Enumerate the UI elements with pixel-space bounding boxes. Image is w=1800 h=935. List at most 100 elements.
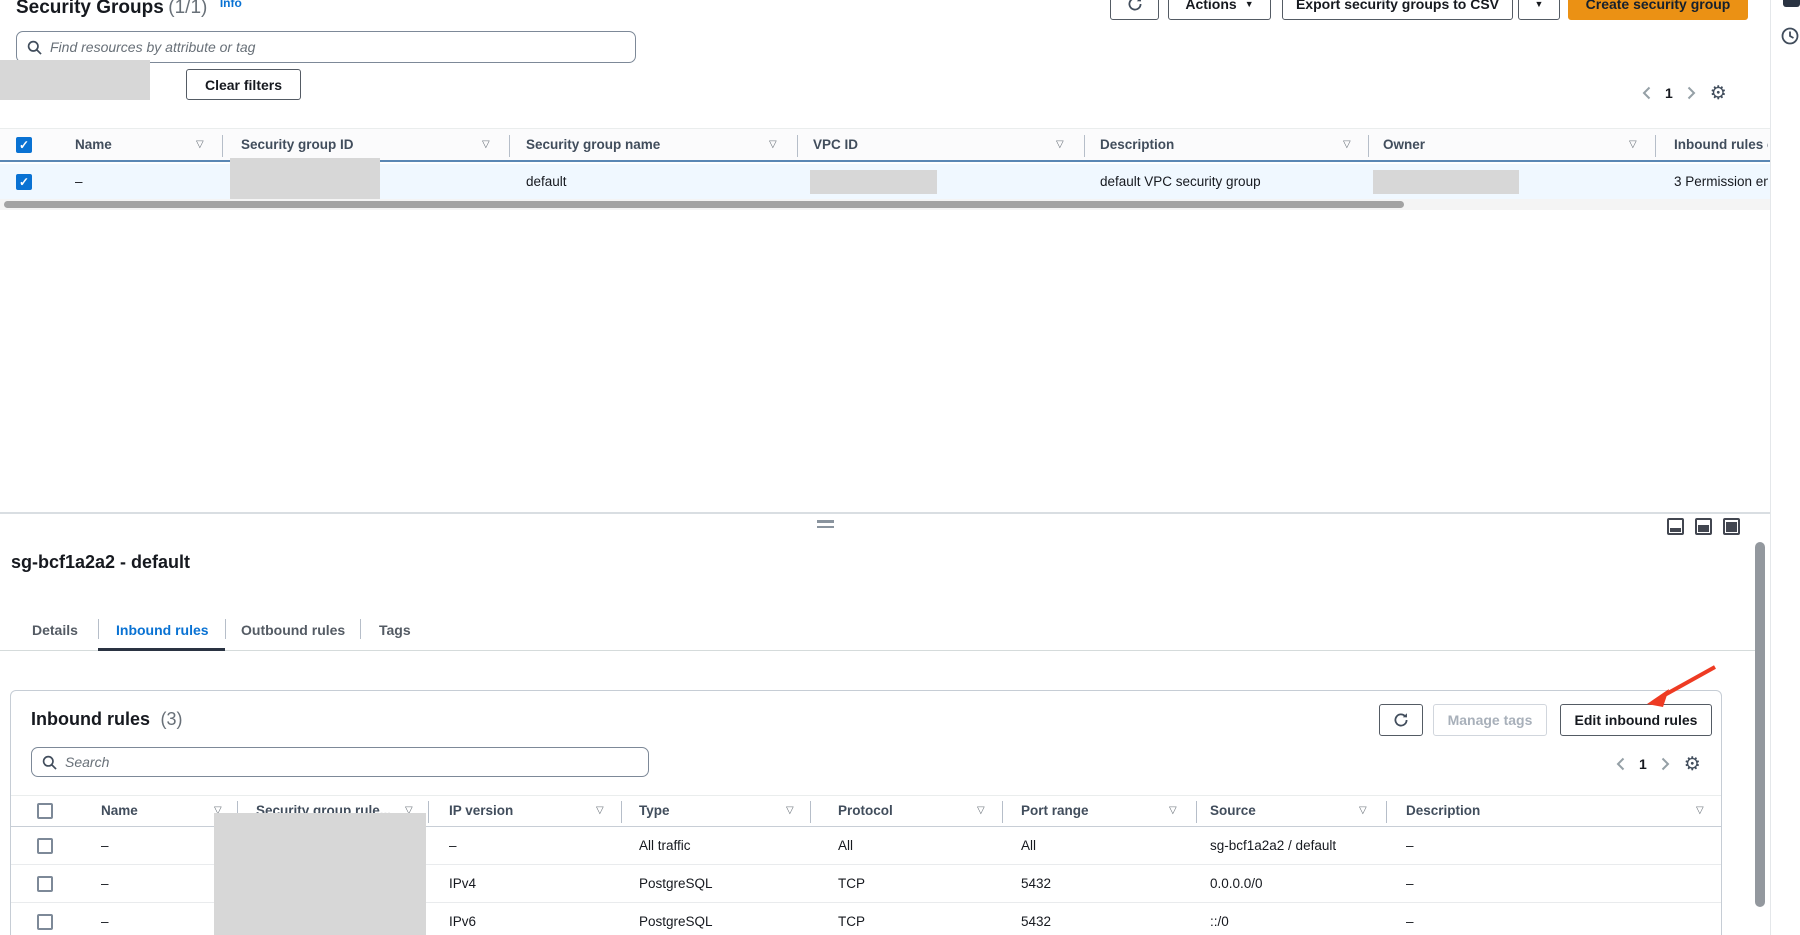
clear-filters-button[interactable]: Clear filters: [186, 69, 301, 100]
rules-search[interactable]: [31, 747, 649, 777]
create-security-group-button[interactable]: Create security group: [1568, 0, 1748, 20]
column-divider[interactable]: [1368, 135, 1369, 157]
active-tab-underline: [98, 648, 225, 651]
column-divider[interactable]: [509, 135, 510, 157]
column-divider[interactable]: [797, 135, 798, 157]
column-divider[interactable]: [810, 801, 811, 823]
sort-icon[interactable]: ▽: [769, 139, 777, 150]
manage-tags-label: Manage tags: [1448, 712, 1533, 728]
page-number[interactable]: 1: [1665, 85, 1673, 101]
inbound-refresh-button[interactable]: [1379, 704, 1423, 736]
sort-icon[interactable]: ▽: [1359, 805, 1367, 816]
next-page-icon[interactable]: [1687, 86, 1696, 100]
history-clock-icon[interactable]: [1780, 26, 1800, 46]
vertical-scrollbar-thumb[interactable]: [1755, 542, 1765, 907]
cell-name: –: [101, 838, 109, 853]
refresh-icon: [1127, 0, 1143, 12]
tab-details[interactable]: Details: [32, 622, 78, 638]
tab-inbound-rules[interactable]: Inbound rules: [116, 622, 209, 638]
manage-tags-button[interactable]: Manage tags: [1433, 704, 1547, 736]
page-title: Security Groups (1/1) Info: [16, 0, 242, 19]
column-header-description: Description: [1406, 803, 1480, 818]
panel-size-large-icon[interactable]: [1723, 518, 1740, 535]
previous-page-icon[interactable]: [1616, 757, 1625, 771]
create-security-group-label: Create security group: [1586, 0, 1731, 12]
cell-source: 0.0.0.0/0: [1210, 876, 1263, 891]
sort-icon[interactable]: ▽: [596, 805, 604, 816]
sort-icon[interactable]: ▽: [1056, 139, 1064, 150]
actions-button[interactable]: Actions ▼: [1168, 0, 1271, 20]
tab-outbound-rules[interactable]: Outbound rules: [241, 622, 345, 638]
previous-page-icon[interactable]: [1642, 86, 1651, 100]
column-header-name: Name: [101, 803, 138, 818]
column-divider[interactable]: [621, 801, 622, 823]
info-link[interactable]: Info: [220, 0, 242, 10]
column-divider[interactable]: [428, 801, 429, 823]
sort-icon[interactable]: ▽: [1696, 805, 1704, 816]
column-divider[interactable]: [1655, 135, 1656, 157]
cell-port-range: 5432: [1021, 914, 1051, 929]
export-csv-button[interactable]: Export security groups to CSV: [1282, 0, 1513, 20]
column-divider[interactable]: [1084, 135, 1085, 157]
sort-icon[interactable]: ▽: [482, 139, 490, 150]
row-checkbox[interactable]: [37, 914, 53, 930]
select-all-checkbox[interactable]: ✓: [16, 137, 32, 153]
cell-source: ::/0: [1210, 914, 1229, 929]
redacted-owner: [1373, 170, 1519, 194]
inbound-rules-title: Inbound rules (3): [31, 709, 182, 730]
column-header-protocol: Protocol: [838, 803, 893, 818]
chevron-down-icon: ▼: [1245, 0, 1254, 9]
preferences-gear-icon[interactable]: ⚙: [1684, 755, 1701, 774]
row-checkbox[interactable]: [37, 838, 53, 854]
page-number[interactable]: 1: [1639, 756, 1647, 772]
sort-icon[interactable]: ▽: [1343, 139, 1351, 150]
column-divider[interactable]: [1386, 801, 1387, 823]
column-header-type: Type: [639, 803, 670, 818]
cell-port-range: All: [1021, 838, 1036, 853]
security-groups-console: Security Groups (1/1) Info Actions ▼ Exp…: [0, 0, 1800, 935]
select-all-checkbox[interactable]: [37, 803, 53, 819]
cell-description: default VPC security group: [1100, 174, 1261, 189]
tab-tags[interactable]: Tags: [379, 622, 411, 638]
sort-icon[interactable]: ▽: [196, 139, 204, 150]
resource-search[interactable]: [16, 31, 636, 63]
annotation-arrow: [1619, 659, 1729, 709]
export-options-button[interactable]: ▼: [1518, 0, 1560, 20]
cell-protocol: TCP: [838, 914, 865, 929]
actions-label: Actions: [1185, 0, 1236, 12]
cell-source: sg-bcf1a2a2 / default: [1210, 838, 1336, 853]
split-panel-drag-handle[interactable]: [817, 520, 834, 530]
row-checkbox[interactable]: [37, 876, 53, 892]
column-header-port-range: Port range: [1021, 803, 1089, 818]
split-panel-title: sg-bcf1a2a2 - default: [11, 552, 190, 573]
column-header-vpc-id: VPC ID: [813, 137, 858, 152]
refresh-button[interactable]: [1110, 0, 1159, 20]
row-checkbox[interactable]: ✓: [16, 174, 32, 190]
column-divider[interactable]: [1196, 801, 1197, 823]
sort-icon[interactable]: ▽: [786, 805, 794, 816]
sort-icon[interactable]: ▽: [1629, 139, 1637, 150]
horizontal-scrollbar-thumb[interactable]: [4, 201, 1404, 208]
panel-size-small-icon[interactable]: [1667, 518, 1684, 535]
cell-description: –: [1406, 838, 1414, 853]
column-header-inbound-rules: Inbound rules c: [1674, 137, 1768, 152]
preferences-gear-icon[interactable]: ⚙: [1710, 84, 1727, 103]
inbound-pagination: 1 ⚙: [1616, 753, 1701, 775]
sort-icon[interactable]: ▽: [977, 805, 985, 816]
rules-search-input[interactable]: [65, 754, 638, 770]
resource-search-input[interactable]: [50, 39, 625, 55]
sort-icon[interactable]: ▽: [1169, 805, 1177, 816]
right-side-toolbar: [1770, 0, 1800, 935]
horizontal-scrollbar[interactable]: [0, 199, 1770, 210]
redacted-sg-id: [230, 158, 380, 200]
page-title-text: Security Groups: [16, 0, 164, 18]
next-page-icon[interactable]: [1661, 757, 1670, 771]
column-divider[interactable]: [1002, 801, 1003, 823]
tab-separator: [360, 619, 361, 639]
column-divider[interactable]: [222, 135, 223, 157]
panel-size-medium-icon[interactable]: [1695, 518, 1712, 535]
refresh-icon: [1393, 712, 1409, 728]
column-header-name: Name: [75, 137, 112, 152]
cell-inbound-rules: 3 Permission en: [1674, 174, 1768, 189]
notifications-icon[interactable]: [1783, 0, 1800, 7]
